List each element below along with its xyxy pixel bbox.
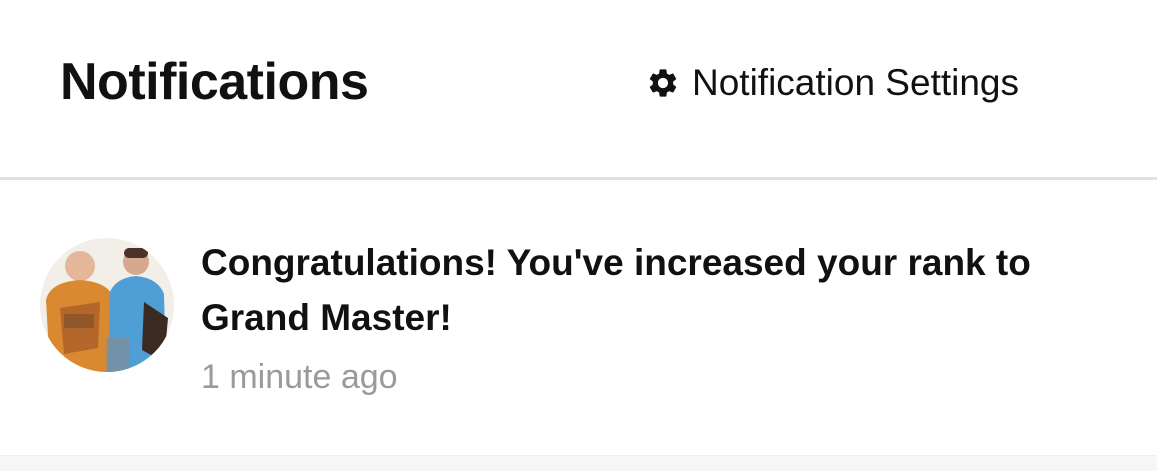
notification-message: Congratulations! You've increased your r…: [201, 242, 1031, 338]
avatar: [40, 238, 174, 372]
notifications-page: Notifications Notification Settings Cong…: [0, 0, 1157, 471]
list-divider: [0, 455, 1157, 471]
page-title: Notifications: [60, 53, 369, 111]
gear-icon: [646, 66, 680, 100]
notifications-header: Notifications Notification Settings: [0, 0, 1157, 180]
notification-settings-label: Notification Settings: [692, 62, 1020, 103]
notification-item[interactable]: Congratulations! You've increased your r…: [0, 183, 1157, 455]
notification-time: 1 minute ago: [201, 358, 398, 396]
notification-settings-link[interactable]: Notification Settings: [646, 60, 1019, 106]
